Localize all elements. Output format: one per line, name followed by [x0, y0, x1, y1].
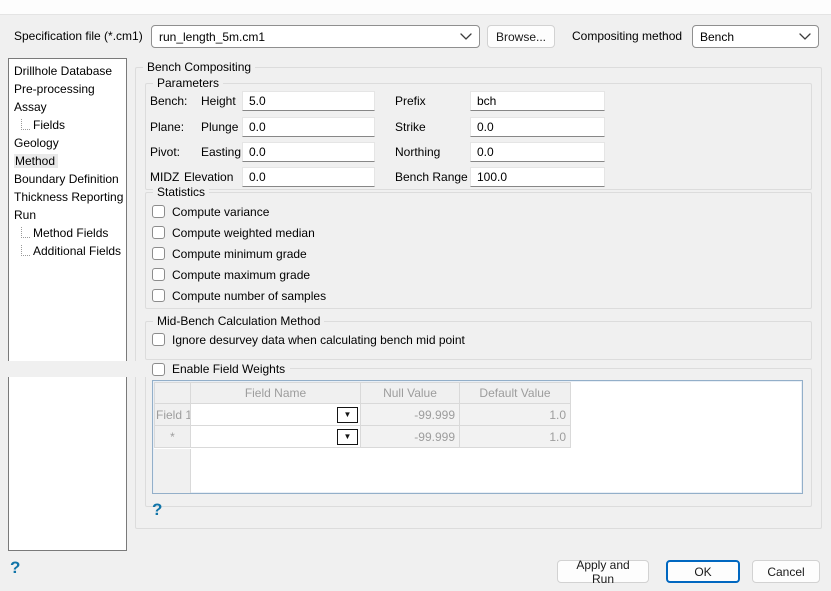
spec-file-value: run_length_5m.cm1 — [159, 30, 265, 44]
compute-variance-checkbox[interactable] — [152, 205, 165, 218]
mid-bench-group-title: Mid-Bench Calculation Method — [153, 314, 324, 329]
param-label-height: Height — [201, 90, 236, 112]
param-label-plunge: Plunge — [201, 116, 238, 138]
compositing-dialog: Specification file (*.cm1) run_length_5m… — [0, 0, 831, 591]
sidebar-item-label: Run — [14, 208, 36, 222]
param-label-pivot: Pivot: — [150, 141, 180, 163]
compositing-method-dropdown[interactable]: Bench — [692, 25, 819, 48]
param-row-pivot: Pivot: Easting Northing — [0, 141, 831, 163]
row-header-cell: Field 1 — [155, 404, 191, 426]
field-name-cell: ▼ — [191, 404, 361, 426]
dropdown-arrow-icon: ▼ — [344, 411, 352, 419]
window-top-strip — [0, 0, 831, 15]
spec-file-label: Specification file (*.cm1) — [14, 29, 143, 44]
sidebar-item-label: Method Fields — [33, 226, 108, 240]
sidebar-item-label: Thickness Reporting — [14, 190, 123, 204]
grid-corner-cell — [155, 383, 191, 404]
chevron-down-icon — [799, 33, 811, 40]
param-label-easting: Easting — [201, 141, 241, 163]
ignore-desurvey-checkbox[interactable] — [152, 333, 165, 346]
compute-minimum-grade-checkbox[interactable] — [152, 247, 165, 260]
sidebar-item-drillhole-database[interactable]: Drillhole Database — [9, 62, 126, 80]
field-weights-table: Field Name Null Value Default Value Fiel… — [154, 382, 571, 448]
param-label-plane: Plane: — [150, 116, 184, 138]
param-label-bench-range: Bench Range — [395, 166, 468, 188]
tree-branch-line — [21, 227, 30, 238]
strike-input[interactable] — [470, 117, 605, 137]
cancel-button[interactable]: Cancel — [752, 560, 820, 583]
browse-button[interactable]: Browse... — [487, 25, 555, 48]
param-label-strike: Strike — [395, 116, 426, 138]
grid-row-new: * ▼ -99.999 1.0 — [155, 426, 571, 448]
bench-compositing-group-title: Bench Compositing — [143, 60, 255, 75]
null-value-cell: -99.999 — [361, 404, 460, 426]
param-label-elevation: Elevation — [184, 166, 233, 188]
sidebar-item-thickness-reporting[interactable]: Thickness Reporting — [9, 188, 126, 206]
ok-button[interactable]: OK — [666, 560, 740, 583]
prefix-input[interactable] — [470, 91, 605, 111]
checkbox-label[interactable]: Compute minimum grade — [172, 246, 307, 262]
param-label-bench: Bench: — [150, 90, 187, 112]
grid-row-field-1: Field 1 ▼ -99.999 1.0 — [155, 404, 571, 426]
grid-col-field-name: Field Name — [191, 383, 361, 404]
checkbox-label[interactable]: Compute maximum grade — [172, 267, 310, 283]
dropdown-arrow-icon: ▼ — [344, 433, 352, 441]
checkbox-label[interactable]: Compute weighted median — [172, 225, 315, 241]
row-header-cell: * — [155, 426, 191, 448]
sidebar-item-label: Drillhole Database — [14, 64, 112, 78]
null-value-cell: -99.999 — [361, 426, 460, 448]
grid-col-null-value: Null Value — [361, 383, 460, 404]
sidebar-item-method-fields[interactable]: Method Fields — [9, 224, 126, 242]
help-icon[interactable]: ? — [152, 501, 162, 519]
field-name-dropdown-button[interactable]: ▼ — [337, 407, 358, 423]
param-row-bench: Bench: Height Prefix — [0, 90, 831, 112]
midz-elevation-input[interactable] — [242, 167, 375, 187]
chevron-down-icon — [460, 33, 472, 40]
field-weights-grid: Field Name Null Value Default Value Fiel… — [152, 380, 803, 494]
grid-col-default-value: Default Value — [460, 383, 571, 404]
compute-weighted-median-checkbox[interactable] — [152, 226, 165, 239]
field-name-cell: ▼ — [191, 426, 361, 448]
parameters-group-title: Parameters — [153, 76, 223, 91]
spec-file-combobox[interactable]: run_length_5m.cm1 — [151, 25, 480, 48]
enable-field-weights-option: Enable Field Weights — [0, 361, 290, 377]
checkbox-label[interactable]: Compute variance — [172, 204, 269, 220]
param-label-prefix: Prefix — [395, 90, 426, 112]
northing-input[interactable] — [470, 142, 605, 162]
compute-maximum-grade-checkbox[interactable] — [152, 268, 165, 281]
enable-field-weights-checkbox[interactable] — [152, 363, 165, 376]
checkbox-label[interactable]: Ignore desurvey data when calculating be… — [172, 332, 465, 348]
bench-range-input[interactable] — [470, 167, 605, 187]
sidebar-item-label: Additional Fields — [33, 244, 121, 258]
sidebar-item-additional-fields[interactable]: Additional Fields — [9, 242, 126, 260]
pivot-easting-input[interactable] — [242, 142, 375, 162]
tree-branch-line — [21, 245, 30, 256]
compositing-method-label: Compositing method — [572, 29, 682, 44]
default-value-cell: 1.0 — [460, 426, 571, 448]
param-row-plane: Plane: Plunge Strike — [0, 116, 831, 138]
param-label-midz: MIDZ — [150, 166, 179, 188]
apply-and-run-button[interactable]: Apply and Run — [557, 560, 649, 583]
checkbox-label[interactable]: Compute number of samples — [172, 288, 326, 304]
checkbox-label[interactable]: Enable Field Weights — [172, 362, 285, 376]
param-label-northing: Northing — [395, 141, 440, 163]
grid-header-row: Field Name Null Value Default Value — [155, 383, 571, 404]
grid-row-header-column — [154, 449, 191, 493]
plane-plunge-input[interactable] — [242, 117, 375, 137]
compute-number-of-samples-checkbox[interactable] — [152, 289, 165, 302]
default-value-cell: 1.0 — [460, 404, 571, 426]
sidebar-item-run[interactable]: Run — [9, 206, 126, 224]
help-icon-footer[interactable]: ? — [10, 559, 20, 577]
compositing-method-value: Bench — [700, 30, 734, 44]
bench-height-input[interactable] — [242, 91, 375, 111]
param-row-midz: MIDZ Elevation Bench Range — [0, 166, 831, 188]
field-name-dropdown-button[interactable]: ▼ — [337, 429, 358, 445]
